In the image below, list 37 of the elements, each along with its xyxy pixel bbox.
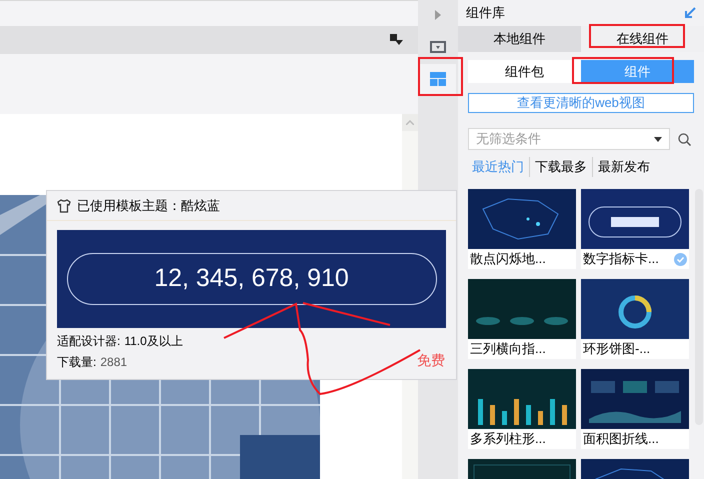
sort-tab[interactable]: 下载最多 xyxy=(529,157,587,177)
card-title: 三列横向指... xyxy=(470,340,546,358)
t-shirt-icon xyxy=(57,198,71,212)
menu-dropdown-icon[interactable] xyxy=(390,34,404,46)
card-title: 环形饼图-... xyxy=(583,340,650,358)
component-card[interactable]: 环形饼图-... xyxy=(581,279,689,359)
price-label: 免费 xyxy=(417,351,445,370)
scroll-up-button[interactable] xyxy=(402,114,418,131)
collapse-arrow-icon[interactable] xyxy=(684,7,696,19)
compat-value: 11.0及以上 xyxy=(124,333,183,350)
card-title: 多系列柱形... xyxy=(470,430,546,448)
component-card[interactable]: 三列横向指... xyxy=(468,279,576,359)
sort-tab[interactable]: 最新发布 xyxy=(592,157,650,177)
card-title: 数字指标卡... xyxy=(583,250,659,268)
highlight-frame xyxy=(418,57,463,96)
layout-icon xyxy=(430,72,446,86)
downloads-label: 下载量: xyxy=(57,354,96,371)
triangle-right-icon xyxy=(435,10,441,20)
chevron-up-icon xyxy=(406,120,414,125)
search-icon[interactable] xyxy=(678,132,691,146)
tab[interactable]: 组件包 xyxy=(468,60,581,83)
panel-title: 组件库 xyxy=(466,4,505,22)
downloads-count: 2881 xyxy=(100,354,128,371)
component-card[interactable]: 面积图折线... xyxy=(581,369,689,449)
tab[interactable]: 本地组件 xyxy=(458,26,581,52)
theme-label: 已使用模板主题：酷炫蓝 xyxy=(77,196,220,215)
card-title: 散点闪烁地... xyxy=(470,250,546,268)
component-card[interactable]: 散点闪烁地... xyxy=(468,189,576,269)
filter-placeholder: 无筛选条件 xyxy=(476,130,541,148)
card-title: 面积图折线... xyxy=(583,430,659,448)
compat-label: 适配设计器: xyxy=(57,333,120,350)
component-card[interactable]: 多系列柱形... xyxy=(468,369,576,449)
dropdown-box-icon xyxy=(430,41,446,53)
caret-down-icon xyxy=(654,136,662,142)
component-card[interactable]: 数字指标卡... xyxy=(581,189,689,269)
layout-button[interactable] xyxy=(420,64,456,94)
preview-number: 12, 345, 678, 910 xyxy=(154,263,349,294)
